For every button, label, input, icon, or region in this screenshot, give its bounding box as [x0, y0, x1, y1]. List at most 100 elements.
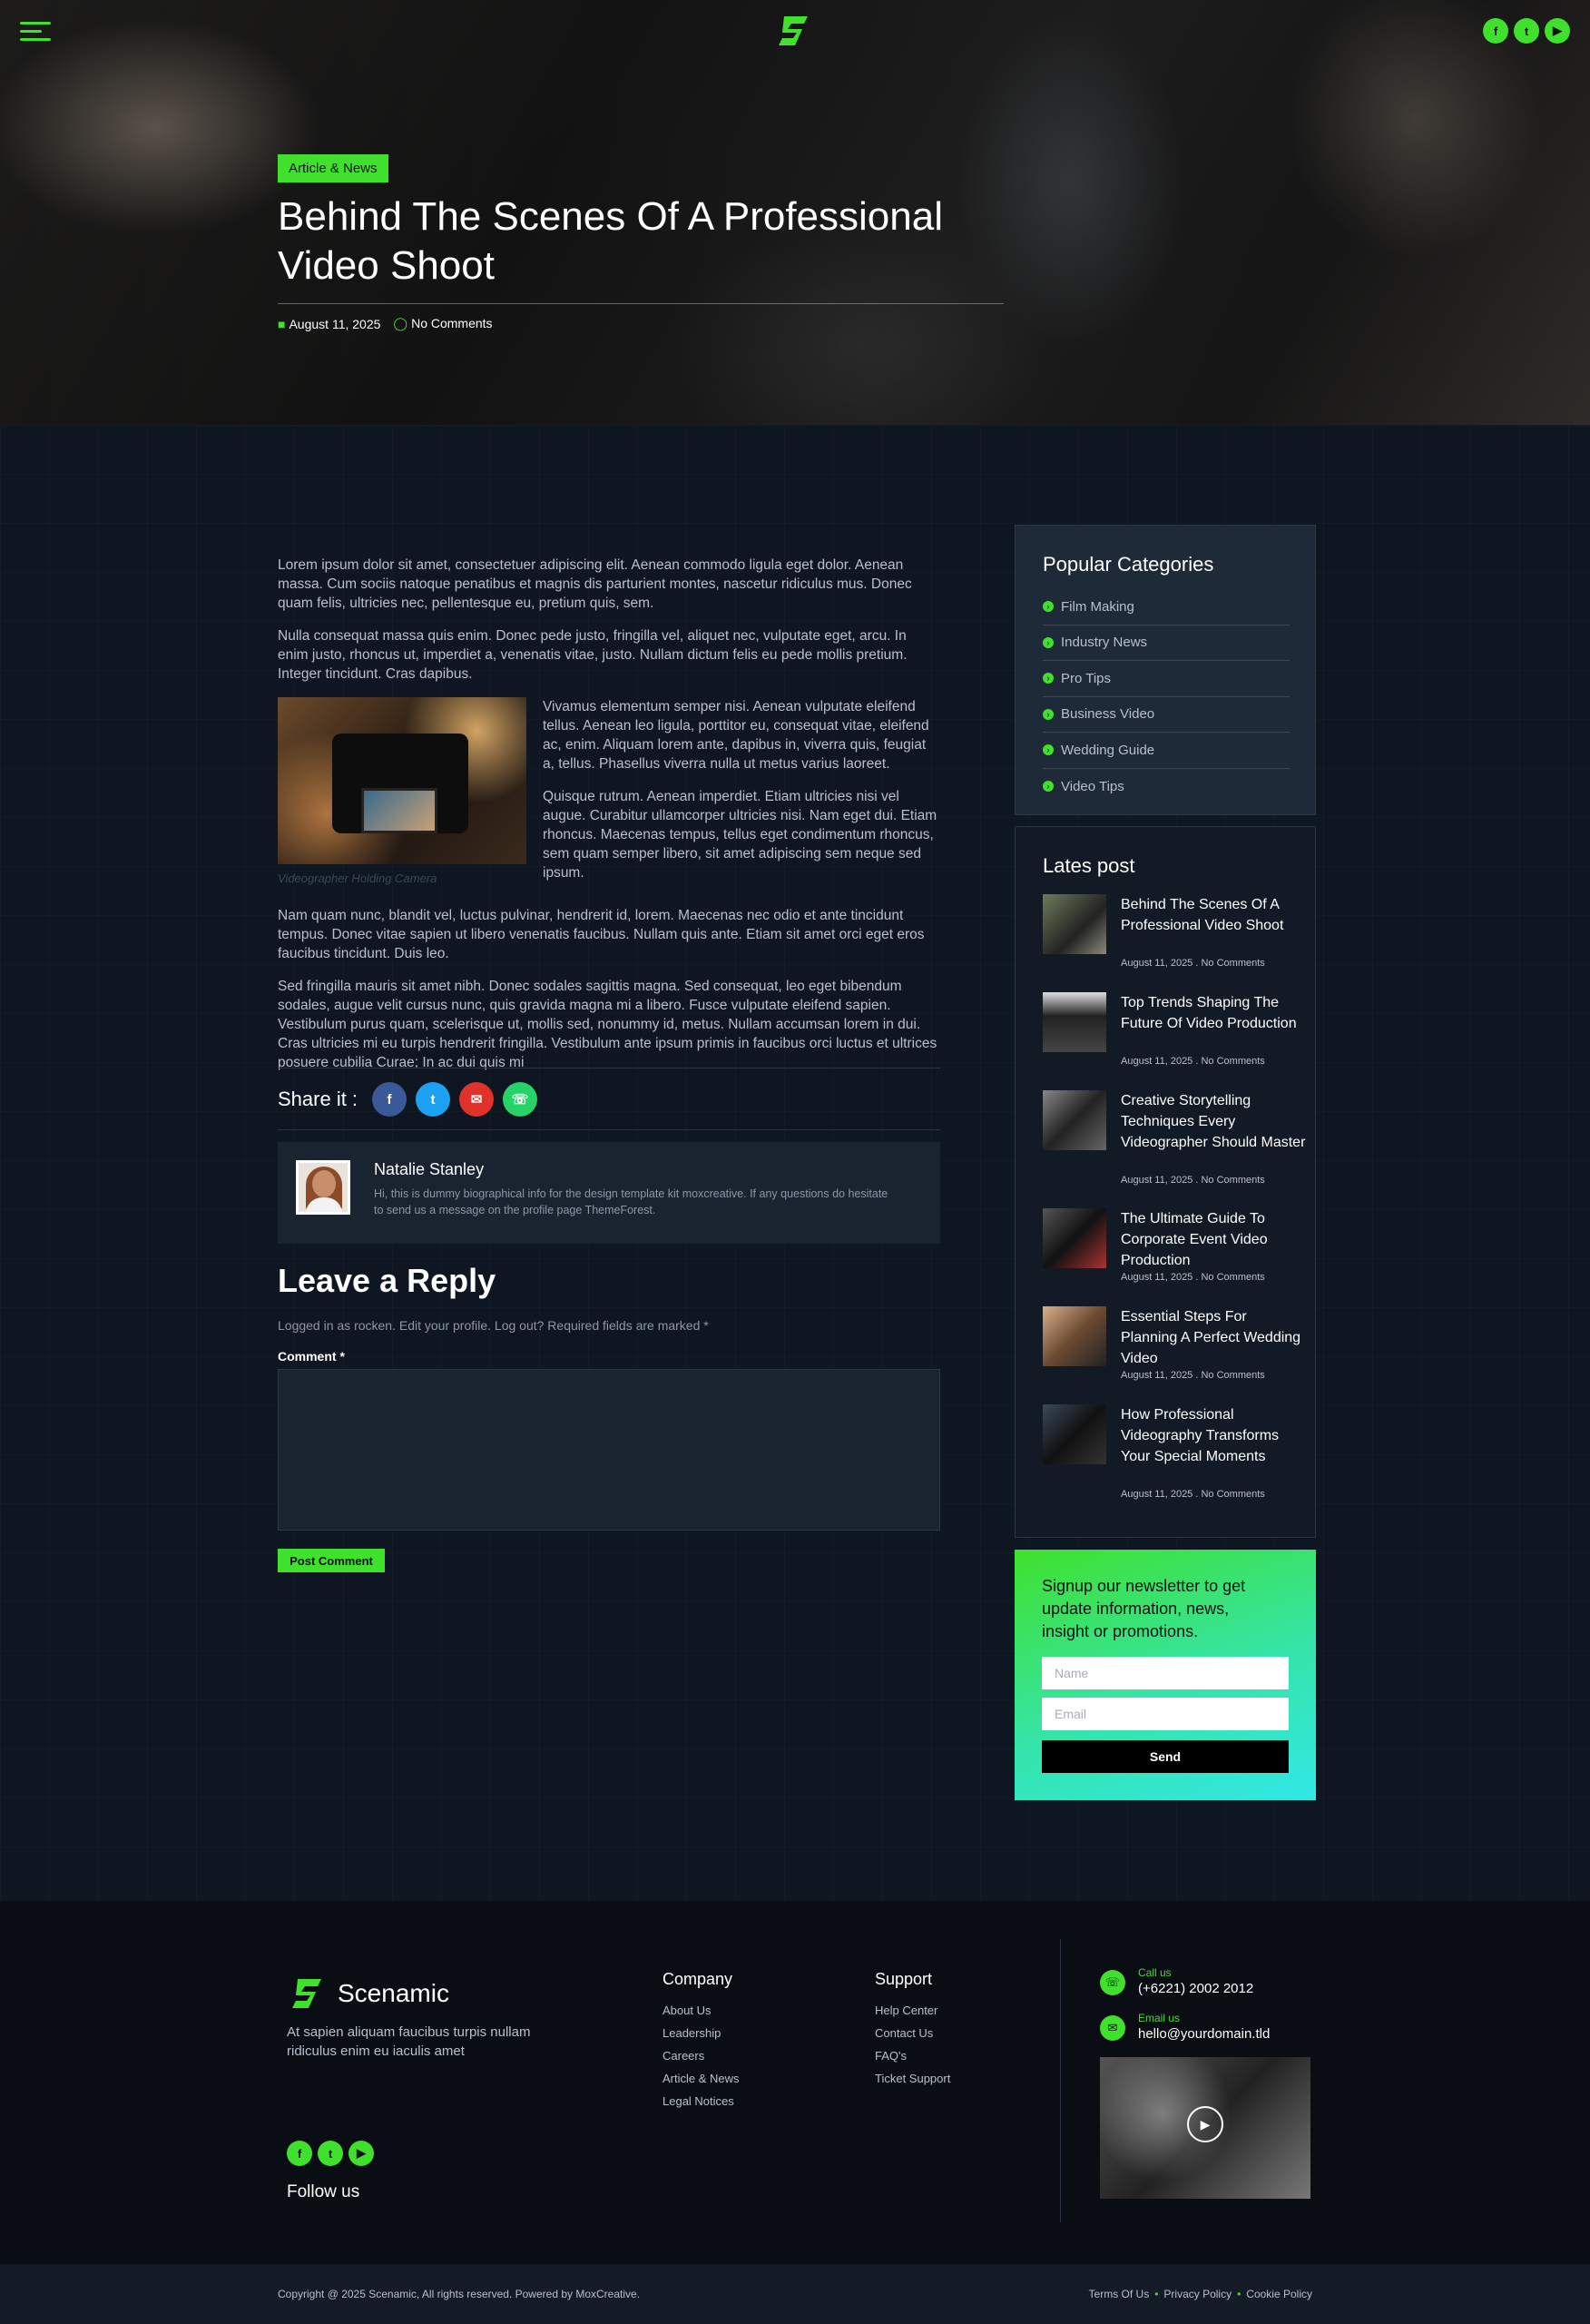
cookie-link[interactable]: Cookie Policy [1246, 2288, 1312, 2300]
image-caption: Videographer Holding Camera [278, 872, 437, 885]
footer-link[interactable]: Legal Notices [662, 2094, 740, 2108]
footer-link[interactable]: Ticket Support [875, 2072, 950, 2085]
post-comments[interactable]: No Comments [411, 316, 492, 330]
post-meta: August 11, 2025 . No Comments [1121, 958, 1265, 969]
post-title[interactable]: How Professional Videography Transforms … [1121, 1404, 1306, 1467]
categories-widget: Popular Categories › Film Making › Industr… [1015, 525, 1316, 815]
category-item[interactable]: › Business Video [1043, 697, 1290, 733]
footer-link[interactable]: Help Center [875, 2004, 950, 2017]
title-divider [278, 303, 1004, 304]
share-facebook-icon[interactable]: f [372, 1082, 407, 1117]
author-box: Natalie Stanley Hi, this is dummy biogra… [278, 1142, 940, 1244]
call-value[interactable]: (+6221) 2002 2012 [1138, 1981, 1253, 1996]
share-bar: Share it : f t ✉ ☏ [278, 1082, 538, 1117]
share-email-icon[interactable]: ✉ [459, 1082, 495, 1117]
logged-in-text: Logged in as rocken. Edit your profile. … [278, 1318, 709, 1333]
footer: Scenamic At sapien aliquam faucibus turp… [0, 1901, 1590, 2264]
post-thumbnail[interactable] [1043, 1404, 1106, 1464]
hero-banner: f t ▶ Article & News Behind The Scenes O… [0, 0, 1590, 425]
company-column: Company About Us Leadership Careers Arti… [662, 1970, 740, 2117]
phone-icon: ☏ [1100, 1970, 1125, 1995]
email-input[interactable]: Email [1042, 1698, 1289, 1730]
category-item[interactable]: › Industry News [1043, 625, 1290, 661]
share-divider-bottom [278, 1129, 940, 1130]
header-social-links: f t ▶ [1483, 18, 1570, 44]
category-item[interactable]: › Film Making [1043, 589, 1290, 625]
footer-video-thumbnail[interactable]: ▶ [1100, 2057, 1310, 2199]
footer-link[interactable]: Leadership [662, 2026, 740, 2040]
post-title[interactable]: The Ultimate Guide To Corporate Event Vi… [1121, 1208, 1306, 1271]
chevron-right-icon: › [1043, 636, 1054, 648]
footer-link[interactable]: Contact Us [875, 2026, 950, 2040]
category-item[interactable]: › Wedding Guide [1043, 733, 1290, 769]
post-title[interactable]: Behind The Scenes Of A Professional Vide… [1121, 894, 1306, 936]
facebook-icon[interactable]: f [1483, 18, 1508, 44]
youtube-icon[interactable]: ▶ [1545, 18, 1570, 44]
article-paragraph: Nulla consequat massa quis enim. Donec p… [278, 628, 908, 682]
categories-title: Popular Categories [1043, 553, 1214, 576]
chevron-right-icon: › [1043, 744, 1054, 756]
post-thumbnail[interactable] [1043, 1208, 1106, 1268]
avatar [296, 1160, 350, 1215]
post-meta: August 11, 2025 . No Comments [1121, 1272, 1265, 1283]
post-title[interactable]: Top Trends Shaping The Future Of Video P… [1121, 992, 1306, 1034]
share-label: Share it : [278, 1088, 358, 1110]
post-thumbnail[interactable] [1043, 1306, 1106, 1366]
brand-logo-icon [292, 1979, 321, 2008]
latest-posts-title: Lates post [1043, 854, 1135, 877]
separator-dot: • [1154, 2288, 1159, 2300]
post-thumbnail[interactable] [1043, 1090, 1106, 1150]
email-value[interactable]: hello@yourdomain.tld [1138, 2026, 1270, 2042]
facebook-icon[interactable]: f [287, 2141, 312, 2166]
category-badge[interactable]: Article & News [278, 154, 388, 182]
youtube-icon[interactable]: ▶ [348, 2141, 374, 2166]
categories-list: › Film Making › Industry News › Pro Tips › B… [1043, 589, 1290, 804]
footer-link[interactable]: FAQ's [875, 2049, 950, 2063]
article-paragraph: Sed fringilla mauris sit amet nibh. Done… [278, 979, 937, 1070]
share-whatsapp-icon[interactable]: ☏ [503, 1082, 538, 1117]
page-title: Behind The Scenes Of A Professional Vide… [278, 194, 943, 288]
post-thumbnail[interactable] [1043, 992, 1106, 1052]
play-icon[interactable]: ▶ [1187, 2106, 1223, 2142]
footer-logo[interactable]: Scenamic [287, 1975, 449, 2012]
menu-icon[interactable] [20, 22, 51, 42]
privacy-link[interactable]: Privacy Policy [1163, 2288, 1232, 2300]
copyright-bar: Copyright @ 2025 Scenamic, All rights re… [0, 2264, 1590, 2324]
footer-link[interactable]: Careers [662, 2049, 740, 2063]
support-title: Support [875, 1970, 933, 1988]
post-meta: August 11, 2025 . No Comments [1121, 1370, 1265, 1381]
comment-textarea[interactable] [278, 1369, 940, 1531]
author-bio: Hi, this is dummy biographical info for … [374, 1187, 888, 1216]
footer-link[interactable]: Article & News [662, 2072, 740, 2085]
twitter-icon[interactable]: t [318, 2141, 343, 2166]
send-button[interactable]: Send [1042, 1740, 1289, 1773]
reply-heading: Leave a Reply [278, 1262, 496, 1299]
footer-divider [1060, 1939, 1061, 2222]
twitter-icon[interactable]: t [1514, 18, 1539, 44]
call-label: Call us [1138, 1966, 1172, 1979]
category-item[interactable]: › Pro Tips [1043, 661, 1290, 697]
article-paragraph: Nam quam nunc, blandit vel, luctus pulvi… [278, 908, 925, 961]
comment-label: Comment * [278, 1349, 345, 1364]
post-meta: August 11, 2025 . No Comments [1121, 1489, 1265, 1500]
site-logo[interactable] [775, 13, 815, 49]
latest-posts-widget: Lates post Behind The Scenes Of A Profes… [1015, 826, 1316, 1538]
name-input[interactable]: Name [1042, 1657, 1289, 1689]
footer-social-links: f t ▶ [287, 2141, 374, 2166]
camera-screen [361, 788, 437, 833]
category-item[interactable]: › Video Tips [1043, 769, 1290, 805]
comment-icon: ◯ [393, 316, 408, 330]
post-comment-button[interactable]: Post Comment [278, 1549, 385, 1572]
post-meta: ■ August 11, 2025 ◯ No Comments [278, 316, 493, 331]
footer-link[interactable]: About Us [662, 2004, 740, 2017]
post-thumbnail[interactable] [1043, 894, 1106, 954]
copyright-text: Copyright @ 2025 Scenamic, All rights re… [278, 2288, 641, 2300]
post-meta: August 11, 2025 . No Comments [1121, 1056, 1265, 1067]
share-twitter-icon[interactable]: t [416, 1082, 451, 1117]
author-name[interactable]: Natalie Stanley [374, 1160, 484, 1179]
post-title[interactable]: Essential Steps For Planning A Perfect W… [1121, 1306, 1306, 1369]
post-title[interactable]: Creative Storytelling Techniques Every V… [1121, 1090, 1306, 1153]
chevron-right-icon: › [1043, 673, 1054, 684]
terms-link[interactable]: Terms Of Us [1089, 2288, 1150, 2300]
footer-description: At sapien aliquam faucibus turpis nullam… [287, 2024, 531, 2059]
